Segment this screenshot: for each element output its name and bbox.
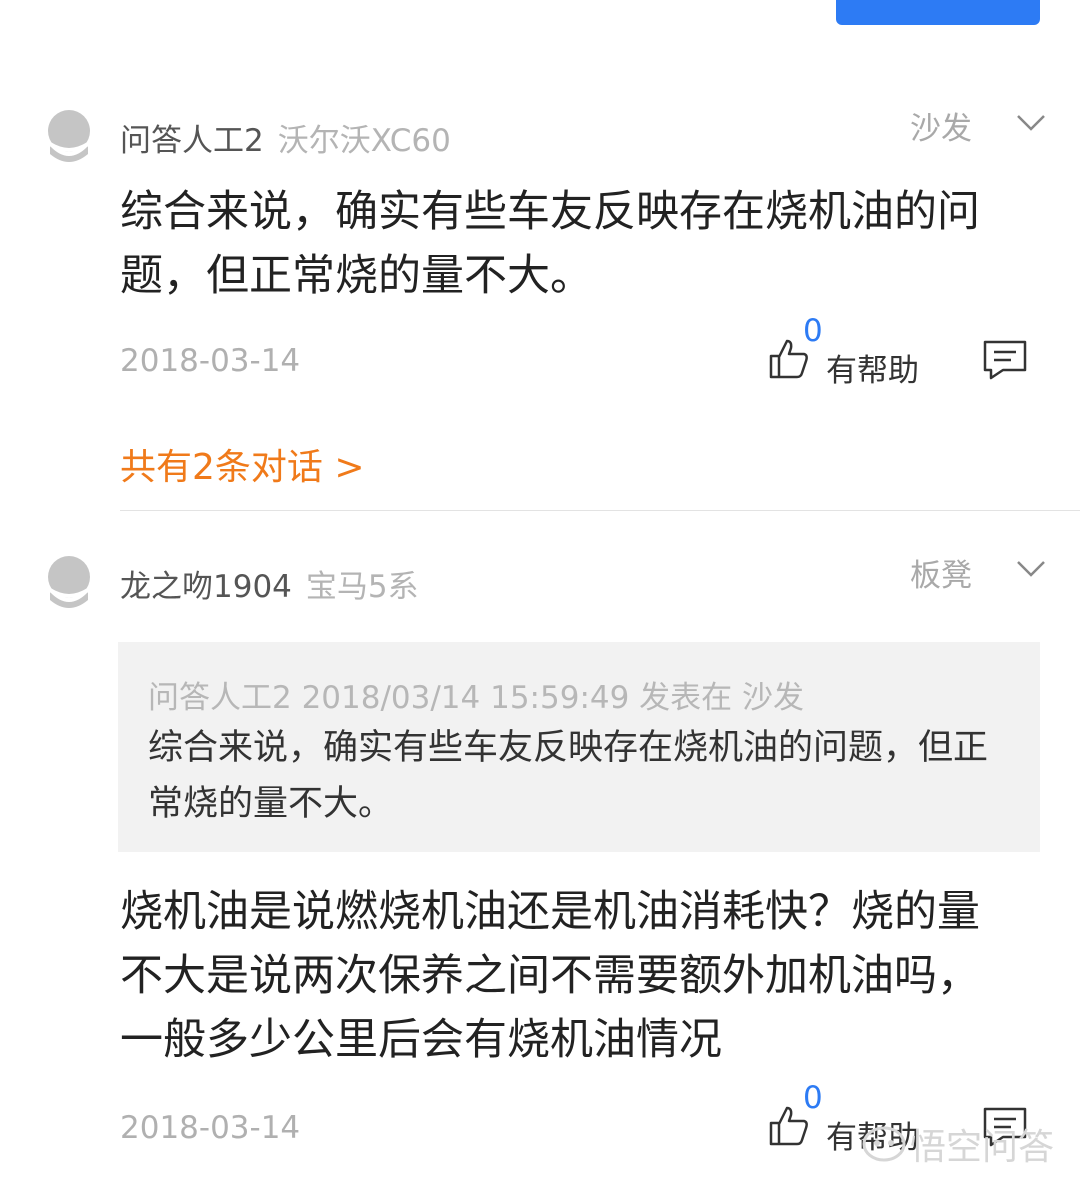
comment-date: 2018-03-14	[120, 1110, 301, 1146]
quoted-reply: 问答人工2 2018/03/14 15:59:49 发表在 沙发 综合来说，确实…	[118, 642, 1040, 852]
watermark: 悟空问答	[862, 1120, 1054, 1168]
comment-text: 综合来说，确实有些车友反映存在烧机油的问题，但正常烧的量不大。	[120, 187, 980, 301]
chevron-down-icon[interactable]	[1016, 114, 1046, 132]
avatar-icon[interactable]	[46, 556, 92, 608]
reply-icon[interactable]	[983, 340, 1027, 380]
comment-text: 烧机油是说燃烧机油还是机油消耗快？烧的量不大是说两次保养之间不需要额外加机油吗，…	[120, 887, 980, 1065]
floor-label: 板凳	[910, 558, 972, 594]
like-count: 0	[803, 313, 823, 349]
comment-meta: 龙之吻1904 宝马5系	[120, 561, 419, 606]
wukong-logo-icon	[862, 1126, 906, 1162]
conversation-link[interactable]: 共有2条对话 >	[120, 438, 365, 490]
like-count: 0	[803, 1080, 823, 1116]
quote-meta: 问答人工2 2018/03/14 15:59:49 发表在 沙发	[148, 680, 805, 716]
username[interactable]: 问答人工2	[120, 123, 264, 159]
comment-date: 2018-03-14	[120, 343, 301, 379]
top-action-button[interactable]	[836, 0, 1040, 25]
helpful-button[interactable]: 有帮助	[826, 345, 919, 390]
username[interactable]: 龙之吻1904	[120, 569, 292, 605]
chevron-down-icon[interactable]	[1016, 560, 1046, 578]
floor-label: 沙发	[910, 111, 972, 147]
comment-meta: 问答人工2 沃尔沃XC60	[120, 115, 451, 160]
car-model: 宝马5系	[305, 569, 419, 605]
comment-divider	[120, 510, 1080, 511]
watermark-text: 悟空问答	[910, 1127, 1055, 1168]
quote-text: 综合来说，确实有些车友反映存在烧机油的问题，但正常烧的量不大。	[148, 728, 989, 824]
avatar-icon[interactable]	[46, 110, 92, 162]
car-model: 沃尔沃XC60	[277, 123, 451, 159]
